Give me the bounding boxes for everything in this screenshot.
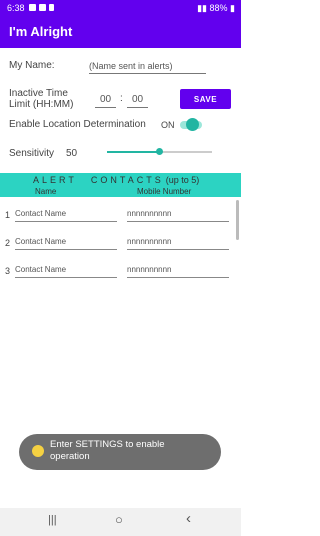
signal-icon: ▮▮ [197, 3, 207, 13]
home-icon[interactable]: ○ [115, 512, 123, 527]
status-bar: 6:38 ▮▮ 88% ▮ [0, 0, 241, 17]
battery-level: 88% [209, 3, 228, 13]
navigation-bar: ||| ○ ‹ [0, 508, 241, 536]
contacts-title-alert: ALERT [33, 175, 77, 185]
contact-mobile-input[interactable]: nnnnnnnnnn [127, 209, 229, 222]
inactive-label-line2: Limit (HH:MM) [9, 99, 74, 110]
contacts-header: ALERT CONTACTS (up to 5) Name Mobile Numbe… [0, 173, 241, 197]
sensitivity-slider-thumb[interactable] [156, 148, 163, 155]
contact-name-input[interactable]: Contact Name [15, 209, 117, 222]
toast-message: Enter SETTINGS to enable operation [19, 434, 221, 470]
sensitivity-value: 50 [66, 148, 78, 159]
toast-text: Enter SETTINGS to enable operation [50, 439, 210, 463]
contact-name-input[interactable]: Contact Name [15, 265, 117, 278]
contact-mobile-input[interactable]: nnnnnnnnnn [127, 237, 229, 250]
back-icon[interactable]: ‹ [186, 510, 191, 527]
column-name: Name [35, 187, 57, 196]
recents-icon[interactable]: ||| [48, 514, 57, 526]
battery-icon: ▮ [230, 3, 235, 13]
location-state: ON [161, 120, 175, 130]
location-toggle-thumb[interactable] [186, 118, 199, 131]
row-number: 1 [5, 210, 11, 220]
contact-name-input[interactable]: Contact Name [15, 237, 117, 250]
app-title: I'm Alright [9, 24, 73, 39]
column-mobile: Mobile Number [137, 187, 192, 196]
image-icon [39, 4, 46, 11]
notification-icon [29, 4, 36, 11]
location-label: Enable Location Determination [9, 119, 146, 130]
contacts-title-contacts: CONTACTS [90, 175, 164, 185]
save-button[interactable]: SAVE [180, 89, 231, 109]
minutes-input[interactable]: 00 [127, 94, 148, 108]
status-time: 6:38 [7, 3, 25, 13]
contacts-title: ALERT CONTACTS (up to 5) [33, 175, 199, 185]
sensitivity-slider-fill [107, 151, 160, 153]
hours-input[interactable]: 00 [95, 94, 116, 108]
name-label: My Name: [9, 60, 55, 71]
row-number: 3 [5, 266, 11, 276]
toast-line2: operation [50, 451, 90, 462]
app-icon [32, 445, 44, 457]
name-input[interactable]: (Name sent in alerts) [89, 61, 206, 74]
sim-icon [49, 4, 54, 11]
contacts-title-limit: (up to 5) [165, 175, 200, 185]
app-bar: I'm Alright [0, 17, 241, 48]
scrollbar[interactable] [236, 200, 239, 240]
sensitivity-label: Sensitivity [9, 148, 55, 159]
toast-line1: Enter SETTINGS to enable [50, 439, 165, 450]
row-number: 2 [5, 238, 11, 248]
time-separator: : [120, 93, 123, 104]
contact-mobile-input[interactable]: nnnnnnnnnn [127, 265, 229, 278]
status-right: ▮▮ 88% ▮ [197, 3, 235, 14]
inactive-label-line1: Inactive Time [9, 88, 68, 99]
